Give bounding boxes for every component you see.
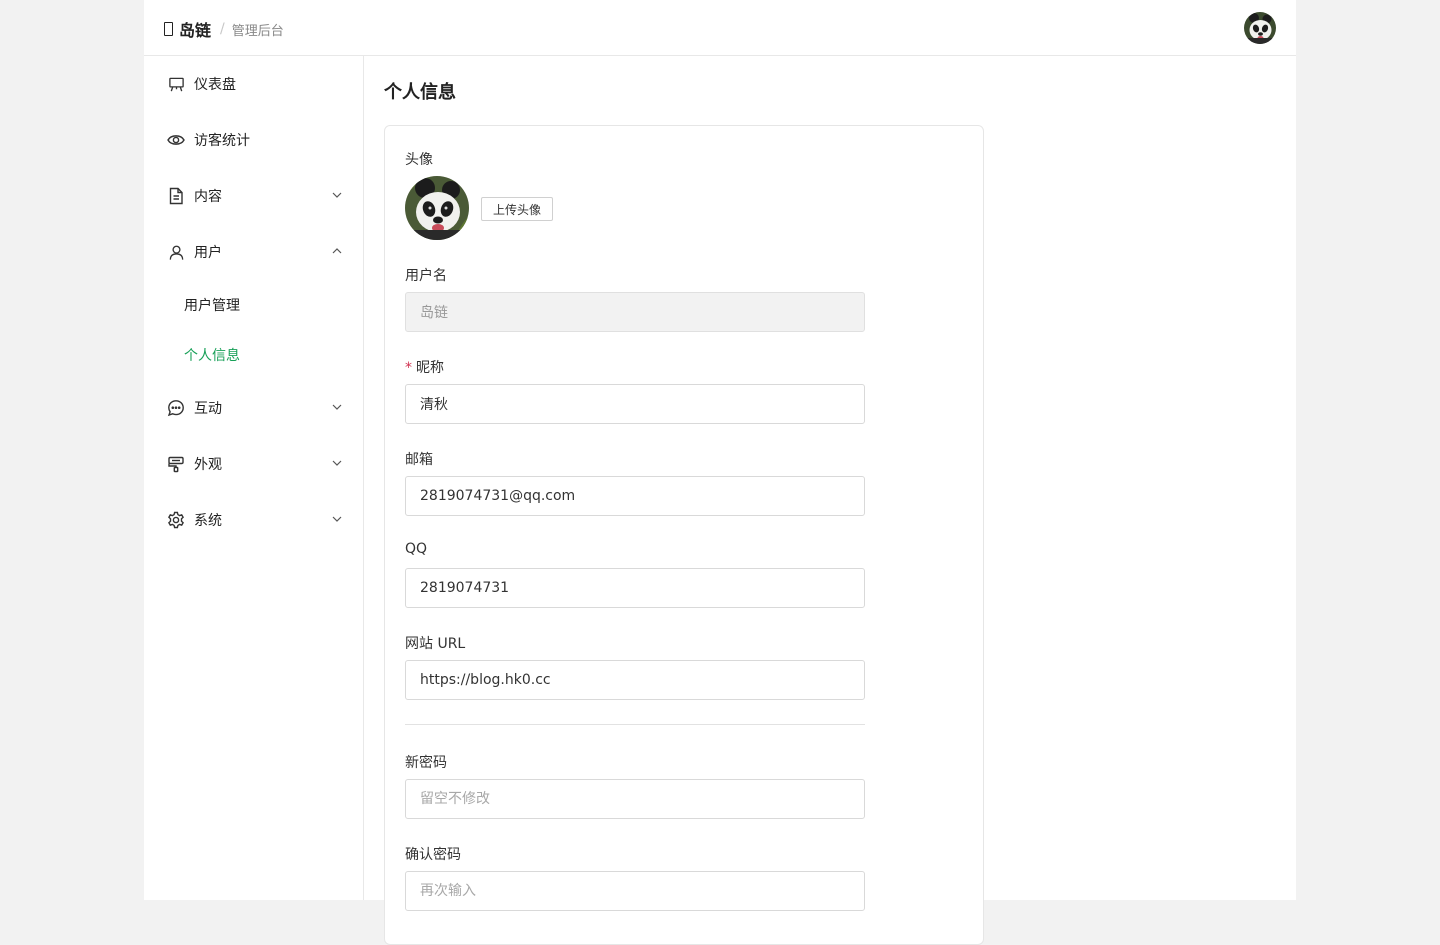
user-icon: [167, 243, 185, 261]
email-label: 邮箱: [405, 452, 433, 468]
required-mark: *: [405, 360, 412, 376]
profile-form-card: 头像 上传头像 用户名 岛链 * 昵称 清秋 邮箱 2819074731@qq.…: [384, 125, 984, 945]
nickname-label-text: 昵称: [416, 360, 444, 376]
brand-subtitle: 管理后台: [231, 23, 284, 39]
panda-avatar-icon: [405, 176, 469, 240]
gear-icon: [167, 511, 185, 529]
website-field[interactable]: [405, 660, 865, 700]
email-field[interactable]: [405, 476, 865, 516]
chevron-down-icon: [332, 404, 342, 410]
user-avatar[interactable]: [1244, 12, 1276, 44]
sidebar: 仪表盘 访客统计 内容 用户 用户管理 个人信息 互动 外观 系统: [144, 56, 364, 900]
panda-avatar-icon: [1244, 12, 1276, 44]
upload-avatar-button[interactable]: 上传头像: [481, 197, 554, 221]
nickname-label: * 昵称: [405, 357, 444, 377]
nickname-field[interactable]: [405, 384, 865, 424]
chevron-down-icon: [332, 516, 342, 522]
app-shell: 岛链 / 管理后台 仪表盘 访客统计 内容 用户 用户管理 个人信息 互动 外观…: [144, 0, 1296, 945]
brush-icon: [167, 455, 185, 473]
brand-separator: /: [220, 21, 225, 37]
sidebar-item-dashboard[interactable]: 仪表盘: [144, 64, 363, 104]
profile-avatar: [405, 176, 469, 240]
sidebar-item-label: 内容: [194, 189, 222, 205]
website-label: 网站 URL: [405, 636, 466, 652]
sidebar-item-content[interactable]: 内容: [144, 176, 363, 216]
sidebar-item-label: 仪表盘: [194, 77, 236, 93]
top-header: 岛链 / 管理后台: [144, 0, 1296, 56]
confirm-password-label: 确认密码: [405, 847, 461, 863]
sidebar-item-users[interactable]: 用户: [144, 232, 363, 272]
sidebar-item-visitor-stats[interactable]: 访客统计: [144, 120, 363, 160]
chevron-down-icon: [332, 460, 342, 466]
avatar-label: 头像: [405, 152, 433, 168]
sidebar-item-label: 访客统计: [194, 133, 250, 149]
dashboard-icon: [167, 75, 185, 93]
qq-field[interactable]: [405, 568, 865, 608]
brand[interactable]: 岛链 / 管理后台: [164, 17, 284, 41]
document-icon: [167, 187, 185, 205]
chat-icon: [167, 399, 185, 417]
sidebar-item-label: 系统: [194, 513, 222, 529]
sidebar-subitem-profile[interactable]: 个人信息: [144, 337, 363, 373]
sidebar-subitem-user-management[interactable]: 用户管理: [144, 287, 363, 323]
sidebar-item-label: 互动: [194, 401, 222, 417]
brand-name: 岛链: [179, 21, 212, 40]
page-title: 个人信息: [384, 82, 456, 103]
sidebar-item-label: 外观: [194, 457, 222, 473]
form-divider: [405, 724, 865, 725]
eye-icon: [167, 131, 185, 149]
sidebar-item-interaction[interactable]: 互动: [144, 388, 363, 428]
sidebar-item-appearance[interactable]: 外观: [144, 444, 363, 484]
chevron-down-icon: [332, 192, 342, 198]
username-field[interactable]: [405, 292, 865, 332]
chevron-up-icon: [332, 248, 342, 254]
new-password-field[interactable]: [405, 779, 865, 819]
confirm-password-field[interactable]: [405, 871, 865, 911]
brand-logo-icon: [164, 22, 173, 36]
sidebar-item-system[interactable]: 系统: [144, 500, 363, 540]
new-password-label: 新密码: [405, 755, 447, 771]
username-label: 用户名: [405, 268, 447, 284]
sidebar-item-label: 用户: [194, 245, 222, 261]
qq-label: QQ: [405, 541, 428, 557]
